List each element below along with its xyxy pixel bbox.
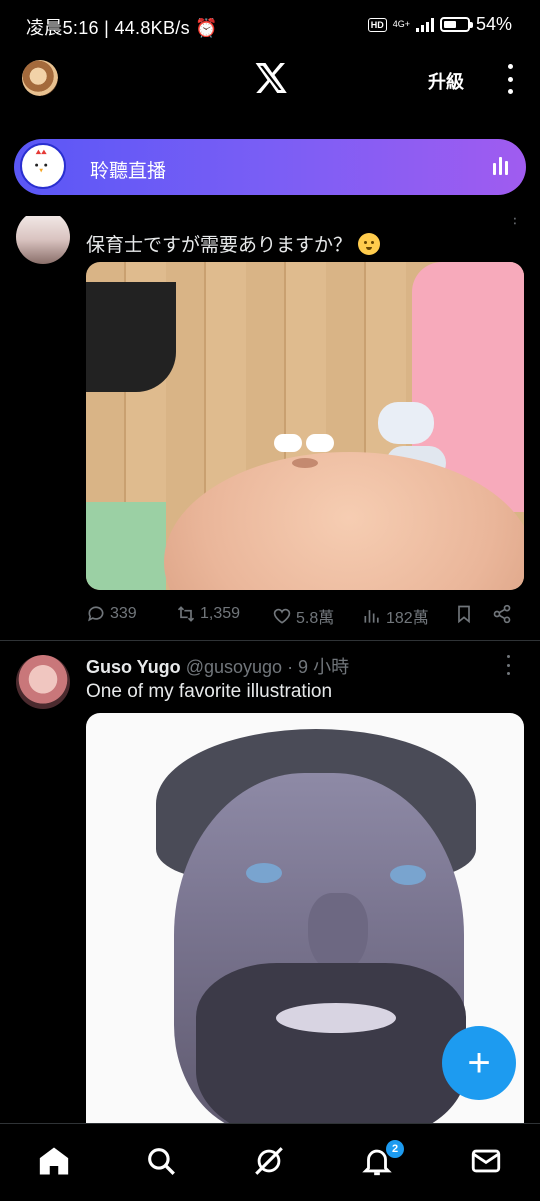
status-time: 凌晨5:16 bbox=[26, 18, 99, 38]
tweet-more-icon[interactable]: ⋮ bbox=[508, 216, 522, 227]
tweet-text: One of my favorite illustration bbox=[86, 681, 333, 702]
tweet-author-avatar[interactable] bbox=[16, 655, 70, 709]
reply-icon bbox=[88, 606, 104, 622]
like-count: 5.8萬 bbox=[296, 610, 335, 627]
status-bar: 凌晨5:16 | 44.8KB/s ⏰ HD 4G+ 54% bbox=[0, 0, 540, 50]
battery-percent: 54% bbox=[475, 14, 512, 34]
tweet-header: Guso Yugo @gusoyugo · 9 小時 bbox=[86, 653, 349, 679]
network-type: 4G+ bbox=[392, 19, 410, 29]
bottom-nav: 2 bbox=[0, 1123, 540, 1201]
notification-badge: 2 bbox=[386, 1140, 404, 1158]
alarm-icon: ⏰ bbox=[195, 18, 218, 38]
tweet-time[interactable]: · 9 小時 bbox=[287, 657, 349, 677]
tweet-author-handle[interactable]: @gusoyugo bbox=[186, 657, 282, 677]
audio-wave-icon bbox=[493, 157, 508, 175]
live-banner-label: 聆聽直播 bbox=[90, 161, 167, 182]
battery-fill bbox=[443, 21, 456, 28]
grok-icon[interactable] bbox=[252, 1144, 286, 1178]
retweet-icon bbox=[177, 606, 195, 622]
reply-button[interactable]: 339 bbox=[86, 604, 137, 624]
reply-count: 339 bbox=[110, 605, 137, 622]
hd-badge: HD bbox=[367, 17, 387, 32]
profile-avatar[interactable] bbox=[22, 60, 58, 96]
share-button[interactable] bbox=[492, 604, 512, 624]
view-count: 182萬 bbox=[386, 610, 429, 627]
tweet-image[interactable] bbox=[86, 262, 524, 590]
tweet-card[interactable]: ⋮ 保育士ですが需要ありますか？ 339 1,359 5.8萬 182萬 bbox=[0, 216, 540, 640]
signal-icon bbox=[415, 17, 434, 32]
share-icon bbox=[493, 604, 511, 624]
messages-icon[interactable] bbox=[469, 1144, 503, 1178]
retweet-count: 1,359 bbox=[200, 605, 241, 622]
heart-icon bbox=[273, 608, 291, 624]
top-app-bar: 升級 bbox=[0, 52, 540, 108]
chick-icon bbox=[28, 149, 54, 178]
tweet-text: 保育士ですが需要ありますか？ bbox=[86, 230, 381, 257]
x-logo-icon[interactable] bbox=[252, 60, 288, 96]
upgrade-button[interactable]: 升級 bbox=[428, 68, 464, 94]
views-button[interactable]: 182萬 bbox=[362, 604, 429, 628]
home-icon[interactable] bbox=[37, 1144, 71, 1178]
status-left: 凌晨5:16 | 44.8KB/s ⏰ bbox=[26, 18, 218, 38]
status-right: HD 4G+ 54% bbox=[367, 14, 512, 35]
baby-emoji-icon bbox=[358, 233, 381, 255]
live-host-avatar bbox=[20, 143, 66, 189]
battery-icon bbox=[439, 17, 473, 32]
plus-icon: + bbox=[467, 1041, 491, 1085]
like-button[interactable]: 5.8萬 bbox=[272, 604, 334, 628]
tweet-actions: 339 1,359 5.8萬 182萬 bbox=[86, 604, 526, 630]
retweet-button[interactable]: 1,359 bbox=[176, 604, 240, 624]
live-listen-banner[interactable]: 聆聽直播 bbox=[14, 139, 526, 195]
compose-button[interactable]: + bbox=[442, 1026, 516, 1100]
status-speed: 44.8KB/s bbox=[114, 18, 190, 38]
search-icon[interactable] bbox=[144, 1144, 178, 1178]
bookmark-button[interactable] bbox=[454, 604, 474, 624]
tweet-more-icon[interactable] bbox=[504, 655, 512, 675]
tweet-author-name[interactable]: Guso Yugo bbox=[86, 657, 181, 677]
views-icon bbox=[364, 610, 379, 623]
more-options-icon[interactable] bbox=[500, 64, 520, 94]
bookmark-icon bbox=[458, 605, 470, 624]
tweet-author-avatar[interactable] bbox=[16, 216, 70, 264]
